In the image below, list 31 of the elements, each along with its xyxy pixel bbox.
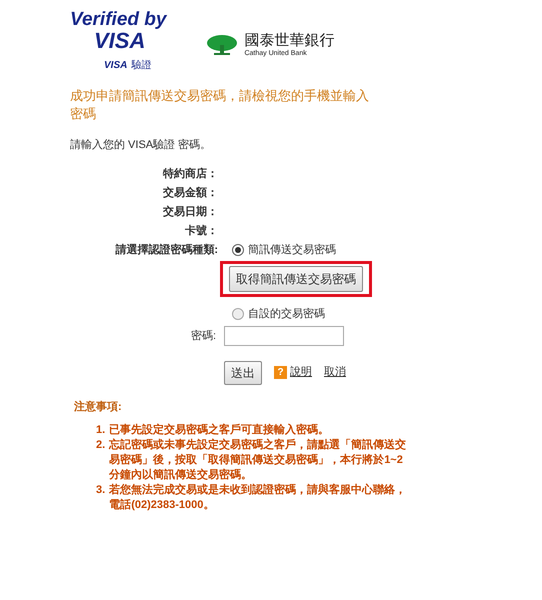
help-icon: ? <box>274 366 287 379</box>
success-message: 成功申請簡訊傳送交易密碼，請檢視您的手機並輸入密碼 <box>70 87 370 123</box>
radio-button[interactable] <box>232 308 244 320</box>
note-text: 若您無法完成交易或是未收到認證密碼，請與客服中心聯絡，電話(02)2383-1000。 <box>109 483 408 513</box>
submit-button[interactable]: 送出 <box>224 360 262 384</box>
radio-label: 自設的交易密碼 <box>248 306 325 322</box>
note-number: 3. <box>96 483 106 498</box>
instruction-text: 請輸入您的 VISA驗證 密碼。 <box>70 138 212 153</box>
note-number: 1. <box>96 423 106 438</box>
note-text: 已事先設定交易密碼之客戶可直接輸入密碼。 <box>109 423 330 438</box>
field-label: 交易日期： <box>162 204 219 220</box>
brand-tagline: Verified by <box>70 10 166 30</box>
field-label: 密碼: <box>190 328 217 344</box>
brand-logo: VISA <box>94 30 146 52</box>
bank-name: 國泰世華銀行 <box>244 32 334 49</box>
note-number: 2. <box>96 438 106 453</box>
tree-icon <box>206 35 238 55</box>
brand-label: 驗證 <box>131 58 152 73</box>
brand-label: VISA <box>104 59 128 73</box>
help-link[interactable]: 說明 <box>290 364 312 381</box>
otp-button[interactable]: 取得簡訊傳送交易密碼 <box>229 266 363 292</box>
password-field[interactable] <box>224 326 344 346</box>
field-label: 請選擇認證密碼種類: <box>114 242 219 258</box>
field-label: 特約商店： <box>162 166 219 182</box>
cancel-link[interactable]: 取消 <box>324 364 346 381</box>
notes-title: 注意事項: <box>74 400 123 414</box>
radio-button[interactable] <box>232 244 244 256</box>
field-label: 卡號： <box>184 224 219 238</box>
field-label: 交易金額： <box>162 186 219 200</box>
radio-label: 簡訊傳送交易密碼 <box>248 242 336 258</box>
note-text: 忘記密碼或未事先設定交易密碼之客戶，請點選「簡訊傳送交易密碼」後，按取「取得簡訊傳送交易密碼」，本行將於1~2分鐘內以簡訊傳送交易密碼。 <box>109 438 408 483</box>
